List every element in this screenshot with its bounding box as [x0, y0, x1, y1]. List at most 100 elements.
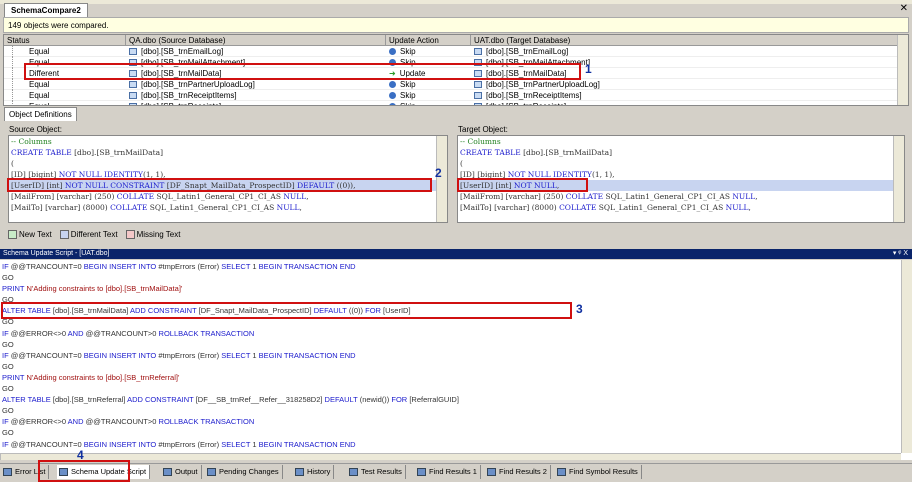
code-line: IF @@TRANCOUNT=0 BEGIN INSERT INTO #tmpE… — [0, 261, 912, 272]
legend-swatch — [59, 230, 69, 239]
code-token: BEGIN TRANSACTION END — [258, 439, 356, 449]
code-token: CREATE TABLE — [460, 148, 521, 157]
code-token: @@TRANCOUNT>0 — [83, 417, 159, 427]
code-line: GO — [0, 427, 912, 438]
code-line: -- Columns — [458, 136, 904, 147]
action-name: Skip — [400, 80, 416, 89]
code-token: SELECT — [221, 262, 251, 271]
top-bar — [0, 0, 912, 4]
script-hscrollbar[interactable] — [0, 453, 901, 460]
code-line: GO — [0, 383, 912, 394]
table-row[interactable]: Equal [dbo].[SB_trnPartnerUploadLog] Skip [… — [4, 79, 898, 90]
status-cell: Equal — [12, 101, 134, 105]
tab-icon — [417, 468, 426, 476]
code-token: GO — [2, 361, 14, 371]
source-cell: [dbo].[SB_trnPartnerUploadLog] — [126, 79, 386, 90]
code-token: AND — [67, 328, 84, 338]
code-token: SELECT — [221, 350, 251, 360]
code-token: -- Columns — [460, 137, 501, 146]
code-line: [MailTo] [varchar] (8000) COLLATE SQL_La… — [9, 202, 447, 213]
action-name: Skip — [400, 102, 416, 105]
tab-icon — [163, 468, 172, 476]
code-token: -- Columns — [11, 137, 52, 146]
code-token: [MailFrom] [varchar] (250) — [11, 192, 117, 201]
tab-find-results-1[interactable]: Find Results 1 — [415, 465, 481, 479]
action-cell[interactable]: Skip — [386, 101, 471, 105]
script-panel-title: Schema Update Script - [UAT.dbo] ▾ ᵠ X — [0, 249, 912, 259]
table-icon — [129, 103, 137, 105]
code-token: SQL_Latin1_General_CP1_CI_AS — [154, 192, 284, 201]
code-token: BEGIN TRANSACTION END — [258, 262, 356, 271]
table-row[interactable]: Equal [dbo].[SB_trnEmailLog] Skip [dbo].[SB… — [4, 46, 898, 57]
tab-pending-changes[interactable]: Pending Changes — [205, 465, 283, 479]
target-scrollbar[interactable] — [893, 136, 904, 222]
code-line: PRINT N'Adding constraints to [dbo].[SB_… — [0, 372, 912, 383]
tab-test-results[interactable]: Test Results — [347, 465, 406, 479]
code-token: [dbo].[SB_trnMailData] — [520, 148, 613, 157]
target-name: [dbo].[SB_trnPartnerUploadLog] — [486, 80, 600, 89]
code-token: NULL — [732, 192, 756, 201]
tab-history[interactable]: History — [293, 465, 335, 479]
tab-find-symbol-results[interactable]: Find Symbol Results — [555, 465, 642, 479]
tab-icon — [349, 468, 358, 476]
action-cell[interactable]: Skip — [386, 79, 471, 90]
code-token: COLLATE — [116, 192, 155, 201]
code-line: GO — [0, 339, 912, 350]
action-cell[interactable]: Skip — [386, 46, 471, 57]
script-vscrollbar[interactable] — [901, 260, 912, 453]
tab-object-definitions[interactable]: Object Definitions — [4, 107, 77, 121]
column-header-status[interactable]: Status — [4, 35, 126, 46]
code-line: CREATE TABLE [dbo].[SB_trnMailData] — [458, 147, 904, 158]
code-token: ALTER TABLE — [2, 395, 51, 405]
code-token: IF — [2, 417, 9, 427]
tab-label: Pending Changes — [219, 467, 279, 476]
code-token: , — [299, 203, 302, 212]
column-header-target[interactable]: UAT.dbo (Target Database) — [471, 35, 898, 46]
script-editor[interactable]: IF @@TRANCOUNT=0 BEGIN INSERT INTO #tmpE… — [0, 260, 912, 460]
code-token: (1, 1), — [591, 170, 615, 179]
code-line: IF @@TRANCOUNT=0 BEGIN INSERT INTO #tmpE… — [0, 350, 912, 361]
source-name: [dbo].[SB_trnReceiptItems] — [141, 91, 237, 100]
code-token: 1 — [250, 350, 259, 360]
code-token: FOR — [391, 395, 408, 405]
code-token: , — [306, 192, 309, 201]
table-row[interactable]: Equal [dbo].[SB_trnReceipts] Skip [dbo].[SB… — [4, 101, 898, 105]
code-token: COLLATE — [110, 203, 148, 212]
panel-controls[interactable]: ▾ ᵠ X — [893, 249, 908, 259]
code-token: SQL_Latin1_General_CP1_CI_AS — [603, 192, 733, 201]
bottom-tool-tabs: Error List Schema Update Script Output Pend… — [0, 463, 912, 480]
code-token: GO — [2, 339, 14, 349]
legend-label: New Text — [19, 230, 52, 239]
info-bar: 149 objects were compared. — [3, 17, 909, 33]
code-token: BEGIN TRANSACTION END — [258, 350, 356, 360]
code-token: (newid()) — [357, 395, 392, 405]
column-header-source[interactable]: QA.dbo (Source Database) — [126, 35, 386, 46]
table-icon — [474, 48, 482, 55]
table-row[interactable]: Equal [dbo].[SB_trnReceiptItems] Skip [dbo]… — [4, 90, 898, 101]
tab-schemacompare2[interactable]: SchemaCompare2 — [4, 3, 88, 17]
close-icon[interactable]: ✕ — [900, 3, 908, 14]
code-token: ROLLBACK TRANSACTION — [158, 328, 255, 338]
code-token: [MailFrom] [varchar] (250) — [460, 192, 566, 201]
target-cell: [dbo].[SB_trnReceiptItems] — [471, 90, 898, 101]
annotation-3: 3 — [576, 302, 583, 316]
code-line: IF @@ERROR<>0 AND @@TRANCOUNT>0 ROLLBACK… — [0, 416, 912, 427]
tab-icon — [487, 468, 496, 476]
code-token: @@TRANCOUNT>0 — [83, 328, 159, 338]
code-line: ( — [9, 158, 447, 169]
grid-scrollbar[interactable] — [897, 35, 908, 105]
code-token: GO — [2, 384, 14, 394]
tab-output[interactable]: Output — [161, 465, 202, 479]
tab-find-results-2[interactable]: Find Results 2 — [485, 465, 551, 479]
tab-icon — [295, 468, 304, 476]
code-token: BEGIN INSERT INTO — [83, 439, 157, 449]
code-token: [DF__SB_trnRef__Refer__318258D2] — [193, 395, 325, 405]
legend-swatch — [125, 230, 135, 239]
legend-swatch — [8, 230, 17, 239]
highlight-box-3 — [1, 302, 572, 319]
skip-icon — [389, 92, 396, 99]
code-token: NULL — [276, 203, 300, 212]
code-token: COLLATE — [565, 192, 604, 201]
action-cell[interactable]: Skip — [386, 90, 471, 101]
column-header-action[interactable]: Update Action — [386, 35, 471, 46]
